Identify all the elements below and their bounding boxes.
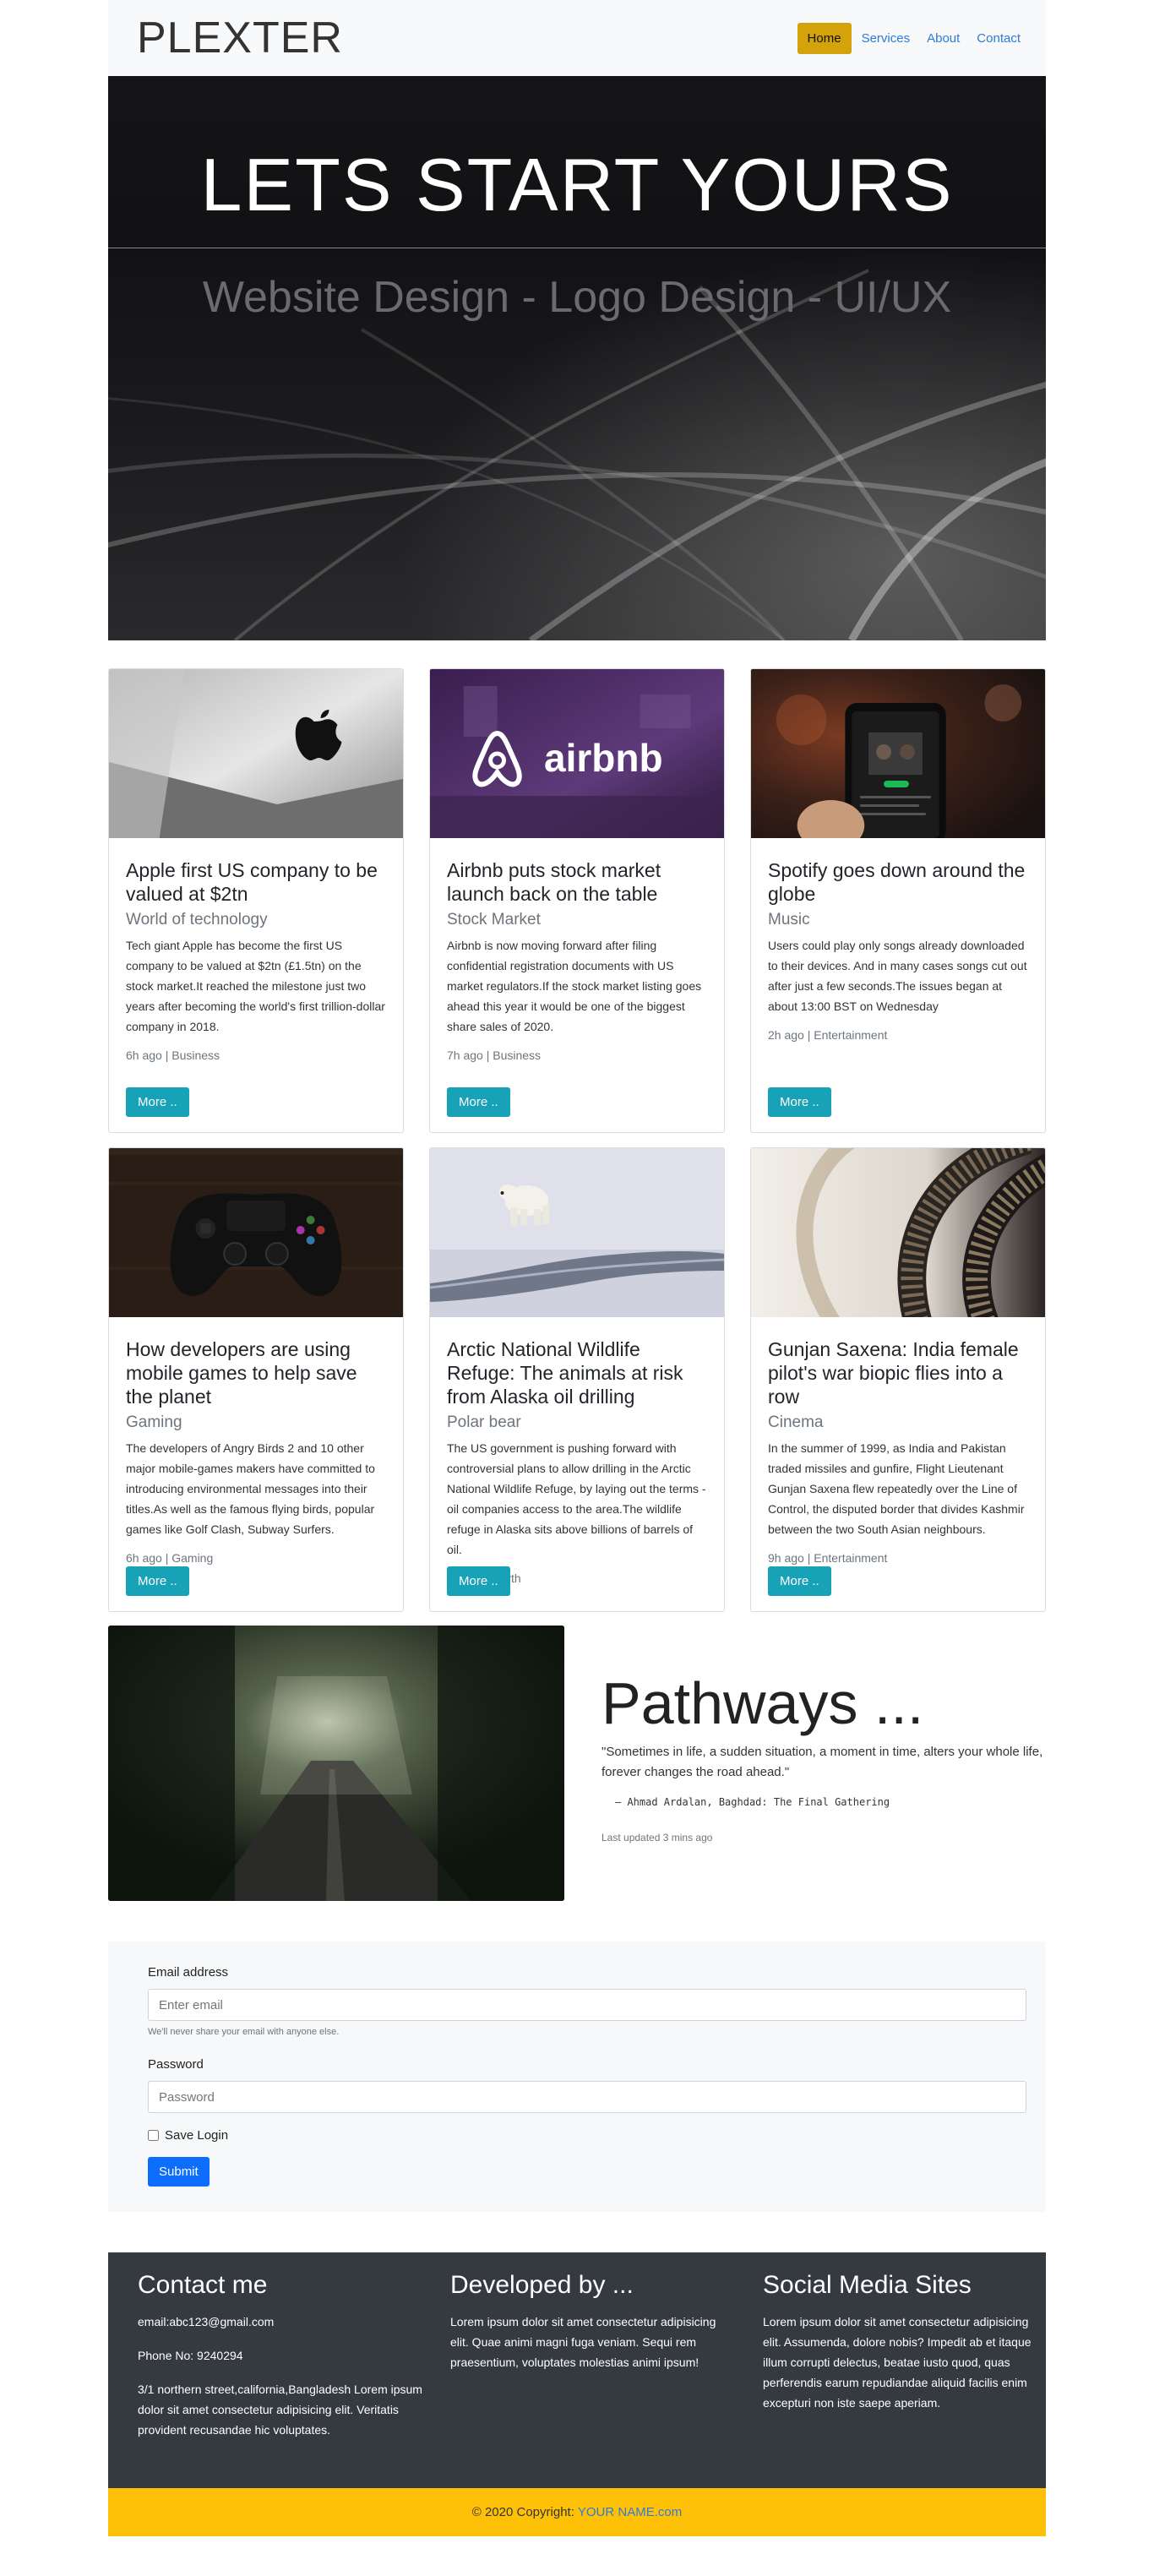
spotify-phone-image bbox=[751, 669, 1045, 851]
hero-banner: LETS START YOURS Website Design - Logo D… bbox=[108, 76, 1046, 640]
card-meta: 2h ago | Entertainment bbox=[768, 1028, 888, 1042]
last-updated: Last updated 3 mins ago bbox=[601, 1832, 713, 1844]
news-card: airbnb Airbnb puts stock market launch b… bbox=[429, 668, 725, 1133]
email-label: Email address bbox=[148, 1965, 229, 1980]
polar-bear-image bbox=[430, 1148, 724, 1317]
pathways-title: Pathways ... bbox=[601, 1670, 924, 1736]
footer-heading: Developed by ... bbox=[450, 2271, 634, 2299]
footer: Contact me email:abc123@gmail.com Phone … bbox=[108, 2252, 1046, 2488]
news-card: How developers are using mobile games to… bbox=[108, 1147, 404, 1612]
news-card: Gunjan Saxena: India female pilot's war … bbox=[750, 1147, 1046, 1612]
card-text: In the summer of 1999, as India and Paki… bbox=[768, 1441, 1025, 1536]
navbar: PLEXTER Home Services About Contact bbox=[108, 0, 1046, 76]
card-meta: 6h ago | Business bbox=[126, 1048, 220, 1062]
hero-subtitle: Website Design - Logo Design - UI/UX bbox=[202, 273, 952, 322]
nav-item-contact[interactable]: Contact bbox=[970, 25, 1027, 52]
apple-imac-image bbox=[109, 669, 403, 838]
save-login-row: Save Login bbox=[148, 2128, 1026, 2143]
footer-contact: Contact me email:abc123@gmail.com Phone … bbox=[138, 2271, 450, 2488]
more-button[interactable]: More .. bbox=[768, 1087, 831, 1117]
footer-developed: Developed by ... Lorem ipsum dolor sit a… bbox=[450, 2271, 763, 2488]
footer-heading: Social Media Sites bbox=[763, 2271, 972, 2299]
news-card: Spotify goes down around the globe Music… bbox=[750, 668, 1046, 1133]
email-field[interactable] bbox=[148, 1989, 1026, 2021]
page: PLEXTER Home Services About Contact LETS… bbox=[108, 0, 1046, 2536]
save-login-checkbox[interactable] bbox=[148, 2130, 159, 2141]
card-text: The developers of Angry Birds 2 and 10 o… bbox=[126, 1441, 375, 1536]
pathways-citation: — Ahmad Ardalan, Baghdad: The Final Gath… bbox=[615, 1796, 890, 1808]
more-button[interactable]: More .. bbox=[768, 1566, 831, 1596]
brand-logo[interactable]: PLEXTER bbox=[137, 13, 343, 63]
nav-item-about[interactable]: About bbox=[920, 25, 966, 52]
card-title[interactable]: Apple first US company to be valued at $… bbox=[126, 858, 386, 906]
card-meta: 7h ago | Business bbox=[447, 1048, 542, 1062]
contact-email[interactable]: email:abc123@gmail.com bbox=[138, 2312, 425, 2332]
copyright-link[interactable]: YOUR NAME.com bbox=[578, 2505, 682, 2519]
more-button[interactable]: More .. bbox=[126, 1087, 189, 1117]
news-card: Apple first US company to be valued at $… bbox=[108, 668, 404, 1133]
card-subtitle: Stock Market bbox=[447, 911, 541, 929]
game-controller-image bbox=[109, 1148, 403, 1317]
card-subtitle: Gaming bbox=[126, 1413, 182, 1431]
email-hint: We'll never share your email with anyone… bbox=[148, 2027, 340, 2037]
card-title[interactable]: Arctic National Wildlife Refuge: The ani… bbox=[447, 1337, 707, 1408]
more-button[interactable]: More .. bbox=[447, 1566, 510, 1596]
card-subtitle: World of technology bbox=[126, 911, 268, 929]
nav-menu: Home Services About Contact bbox=[797, 22, 1027, 54]
card-meta: 9h ago | Entertainment bbox=[768, 1551, 888, 1565]
password-label: Password bbox=[148, 2057, 204, 2072]
card-subtitle: Polar bear bbox=[447, 1413, 521, 1431]
nav-item-services[interactable]: Services bbox=[855, 25, 917, 52]
news-card: Arctic National Wildlife Refuge: The ani… bbox=[429, 1147, 725, 1612]
login-form: Email address We'll never share your ema… bbox=[108, 1942, 1046, 2212]
card-subtitle: Cinema bbox=[768, 1413, 824, 1431]
hero-title: LETS START YOURS bbox=[200, 143, 954, 226]
pathways-quote: "Sometimes in life, a sudden situation, … bbox=[601, 1745, 1043, 1779]
airbnb-wordmark: airbnb bbox=[544, 736, 663, 780]
card-text: The US government is pushing forward wit… bbox=[447, 1441, 706, 1556]
news-cards-grid: Apple first US company to be valued at $… bbox=[108, 668, 1046, 1612]
card-text: Tech giant Apple has become the first US… bbox=[126, 939, 385, 1033]
card-meta: 6h ago | Gaming bbox=[126, 1551, 214, 1565]
film-reel-image bbox=[751, 1148, 1045, 1332]
footer-text: Lorem ipsum dolor sit amet consectetur a… bbox=[763, 2315, 1032, 2410]
card-title[interactable]: How developers are using mobile games to… bbox=[126, 1337, 386, 1408]
footer-heading: Contact me bbox=[138, 2271, 268, 2299]
contact-phone: Phone No: 9240294 bbox=[138, 2349, 243, 2362]
contact-address: 3/1 northern street,california,Banglades… bbox=[138, 2383, 422, 2437]
card-title[interactable]: Spotify goes down around the globe bbox=[768, 858, 1028, 906]
pathways-section: Pathways ... "Sometimes in life, a sudde… bbox=[108, 1626, 1046, 1901]
more-button[interactable]: More .. bbox=[447, 1087, 510, 1117]
card-text: Users could play only songs already down… bbox=[768, 939, 1027, 1013]
copyright-text: © 2020 Copyright: bbox=[471, 2505, 574, 2519]
nav-item-home[interactable]: Home bbox=[797, 22, 852, 54]
forest-road-image bbox=[108, 1626, 564, 1901]
card-text: Airbnb is now moving forward after filin… bbox=[447, 939, 702, 1033]
footer-text: Lorem ipsum dolor sit amet consectetur a… bbox=[450, 2315, 716, 2369]
submit-button[interactable]: Submit bbox=[148, 2157, 210, 2187]
card-title[interactable]: Airbnb puts stock market launch back on … bbox=[447, 858, 707, 906]
save-login-label[interactable]: Save Login bbox=[165, 2128, 228, 2143]
card-title[interactable]: Gunjan Saxena: India female pilot's war … bbox=[768, 1337, 1028, 1408]
card-subtitle: Music bbox=[768, 911, 810, 929]
password-field[interactable] bbox=[148, 2081, 1026, 2113]
more-button[interactable]: More .. bbox=[126, 1566, 189, 1596]
footer-social: Social Media Sites Lorem ipsum dolor sit… bbox=[763, 2271, 1075, 2488]
copyright-bar: © 2020 Copyright: YOUR NAME.com bbox=[108, 2488, 1046, 2536]
